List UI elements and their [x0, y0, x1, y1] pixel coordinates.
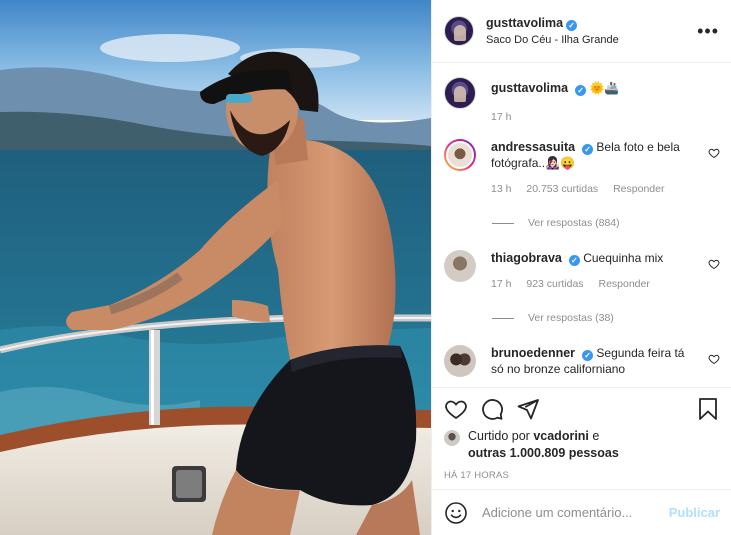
liked-by-user[interactable]: vcadorini: [533, 429, 589, 443]
more-options-button[interactable]: •••: [697, 22, 719, 40]
add-comment-bar: Publicar: [432, 489, 731, 535]
comment-username[interactable]: thiagobrava: [491, 251, 562, 265]
reply-button[interactable]: Responder: [598, 278, 649, 290]
liked-by-and: e: [592, 429, 600, 443]
post-location[interactable]: Saco Do Céu - Ilha Grande: [486, 34, 697, 46]
post-header: gusttavolima ✓ Saco Do Céu - Ilha Grande …: [432, 0, 731, 63]
view-replies-label: Ver respostas (884): [528, 217, 620, 229]
post-actions: Curtido por vcadorini e outras 1.000.809…: [432, 387, 731, 481]
comment-username[interactable]: andressasuita: [491, 140, 575, 154]
photo-illustration: [0, 0, 431, 535]
comment-bubble-icon[interactable]: [480, 397, 504, 421]
likes-summary: Curtido por vcadorini e outras 1.000.809…: [444, 428, 720, 462]
action-icons: [444, 398, 720, 420]
caption-time[interactable]: 17 h: [491, 111, 511, 123]
author-username[interactable]: gusttavolima: [486, 16, 563, 30]
author-info: gusttavolima ✓ Saco Do Céu - Ilha Grande: [486, 16, 697, 46]
comment-body: andressasuita ✓ Bela foto e bela fotógraf…: [491, 139, 700, 197]
share-send-icon[interactable]: [516, 397, 540, 421]
comment-time[interactable]: 13 h: [491, 183, 511, 195]
save-bookmark-icon[interactable]: [696, 397, 720, 421]
caption-text: 🌞🚢: [589, 81, 620, 95]
author-avatar[interactable]: [444, 16, 474, 46]
commenter-avatar[interactable]: [444, 139, 476, 171]
comments-section[interactable]: gusttavolima ✓ 🌞🚢 17 h andressasuita ✓ Bel…: [432, 63, 731, 387]
verified-badge-icon: ✓: [568, 255, 580, 266]
replies-divider: [492, 222, 514, 224]
commenter-avatar[interactable]: [444, 250, 476, 282]
verified-badge-icon: ✓: [566, 20, 578, 31]
verified-badge-icon: ✓: [582, 350, 594, 361]
verified-badge-icon: ✓: [582, 144, 594, 155]
instagram-post: gusttavolima ✓ Saco Do Céu - Ilha Grande …: [0, 0, 731, 535]
liker-avatar[interactable]: [444, 430, 460, 446]
post-photo[interactable]: [0, 0, 431, 535]
view-replies-button[interactable]: Ver respostas (884): [492, 217, 720, 229]
like-heart-icon[interactable]: [444, 397, 468, 421]
likes-text: Curtido por vcadorini e outras 1.000.809…: [468, 428, 619, 462]
like-comment-heart-icon[interactable]: [708, 147, 720, 159]
view-replies-label: Ver respostas (38): [528, 312, 614, 324]
comment-item: andressasuita ✓ Bela foto e bela fotógraf…: [444, 139, 720, 197]
reply-button[interactable]: Responder: [613, 183, 664, 195]
caption-avatar[interactable]: [444, 77, 476, 109]
comment-text: Cuequinha mix: [583, 251, 664, 265]
verified-badge-icon: ✓: [575, 85, 587, 96]
comment-meta: 13 h 20.753 curtidas Responder: [491, 181, 700, 197]
replies-divider: [492, 317, 514, 319]
caption-body: gusttavolima ✓ 🌞🚢 17 h: [491, 80, 720, 125]
caption-username[interactable]: gusttavolima: [491, 81, 568, 95]
comment-likes[interactable]: 20.753 curtidas: [526, 183, 598, 195]
comment-likes[interactable]: 923 curtidas: [526, 278, 583, 290]
emoji-smiley-icon[interactable]: [444, 501, 468, 525]
comment-body: thiagobrava ✓ Cuequinha mix 17 h 923 curt…: [491, 250, 700, 292]
comment-item: thiagobrava ✓ Cuequinha mix 17 h 923 curt…: [444, 250, 720, 292]
commenter-avatar[interactable]: [444, 345, 476, 377]
view-replies-button[interactable]: Ver respostas (38): [492, 312, 720, 324]
comment-meta: 17 h 923 curtidas Responder: [491, 276, 700, 292]
post-timestamp[interactable]: HÁ 17 HORAS: [444, 470, 720, 481]
comment-input[interactable]: [482, 505, 669, 520]
like-comment-heart-icon[interactable]: [708, 353, 720, 365]
caption-meta: 17 h: [491, 109, 720, 125]
comment-username[interactable]: brunoedenner: [491, 346, 575, 360]
comment-item: brunoedenner ✓ Segunda feira tá só no bro…: [444, 345, 720, 377]
post-sidebar: gusttavolima ✓ Saco Do Céu - Ilha Grande …: [431, 0, 731, 535]
like-comment-heart-icon[interactable]: [708, 258, 720, 270]
liked-by-others[interactable]: outras 1.000.809 pessoas: [468, 446, 619, 460]
caption: gusttavolima ✓ 🌞🚢 17 h: [444, 77, 720, 125]
comment-body: brunoedenner ✓ Segunda feira tá só no bro…: [491, 345, 700, 377]
publish-button[interactable]: Publicar: [669, 505, 720, 520]
comment-time[interactable]: 17 h: [491, 278, 511, 290]
liked-by-prefix: Curtido por: [468, 429, 530, 443]
